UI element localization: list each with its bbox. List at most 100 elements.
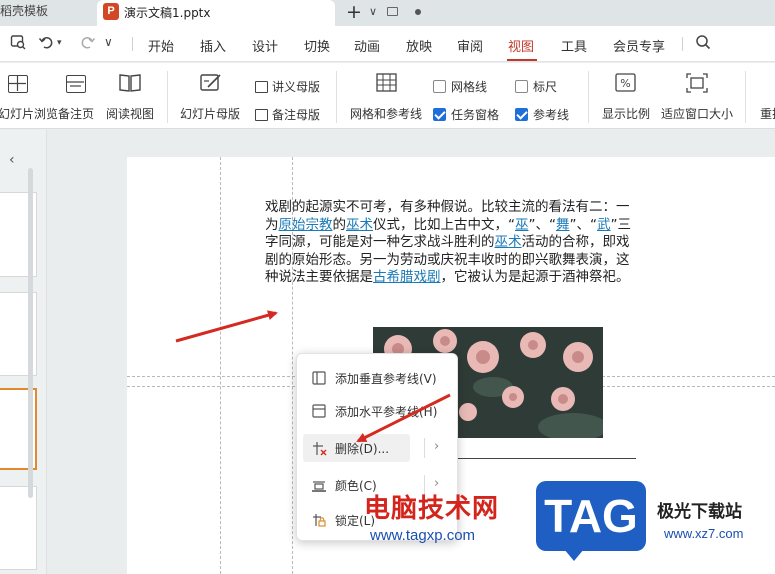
menu-member[interactable]: 会员专享: [613, 36, 665, 55]
hyperlink-text[interactable]: 巫术: [495, 234, 522, 250]
book-icon: [119, 73, 141, 96]
handout-master-icon: [255, 81, 268, 93]
tab-label: 找稻壳模板: [0, 4, 49, 18]
notes-page-icon: [66, 75, 86, 93]
slide-browse-button[interactable]: 幻灯片浏览: [0, 63, 58, 129]
handout-master-button[interactable]: 讲义母版: [255, 78, 320, 95]
grid-guides-icon: [376, 73, 398, 96]
tab-title: 演示文稿1.pptx: [124, 6, 211, 20]
rearrange-button[interactable]: 重排: [755, 63, 775, 129]
body-text: ”、“: [569, 216, 598, 233]
menu-tools[interactable]: 工具: [561, 36, 587, 55]
menu-bar: ▾ ∨ 开始 插入 设计 切换 动画 放映 审阅 视图 工具 会员专享: [0, 26, 775, 62]
horizontal-guide-icon: [312, 404, 326, 418]
menu-separator: [682, 37, 683, 51]
hyperlink-text[interactable]: 原始宗教: [279, 217, 333, 233]
body-text: 仪式，比如上古中文，“: [373, 216, 515, 233]
menu-insert[interactable]: 插入: [200, 36, 226, 55]
slide-browse-label: 幻灯片浏览: [0, 107, 59, 121]
tab-bar: 找稻壳模板 P 演示文稿1.pptx + ∨: [0, 0, 775, 26]
menu-transition[interactable]: 切换: [304, 36, 330, 55]
slide-text-box[interactable]: 戏剧的起源实不可考，有多种假说。比较主流的看法有二：一为原始宗教的巫术仪式，比如…: [265, 199, 637, 287]
undo-dropdown-icon[interactable]: ▾: [57, 38, 62, 48]
menu-design[interactable]: 设计: [252, 36, 278, 55]
more-chevron-icon[interactable]: ∨: [104, 35, 113, 49]
menu-home[interactable]: 开始: [148, 36, 174, 55]
monitor-icon[interactable]: [387, 7, 398, 16]
watermark-tag-logo: TAG: [536, 481, 646, 561]
menu-view[interactable]: 视图: [508, 36, 534, 55]
watermark-site-name: 极光下载站: [657, 502, 742, 522]
slide-thumbnail[interactable]: [0, 486, 37, 570]
undo-icon[interactable]: [38, 34, 54, 54]
color-fill-icon: [312, 478, 326, 492]
grid-and-guides-button[interactable]: 网格和参考线: [346, 63, 426, 129]
notes-master-label: 备注母版: [272, 108, 321, 122]
rearrange-label: 重排: [760, 107, 775, 121]
fit-window-button[interactable]: 适应窗口大小: [658, 63, 734, 129]
hyperlink-text[interactable]: 巫术: [346, 217, 373, 233]
display-ratio-button[interactable]: % 显示比例: [598, 63, 652, 129]
add-horizontal-guide-item[interactable]: 添加水平参考线(H): [303, 397, 453, 425]
lock-icon: [312, 513, 326, 527]
search-icon[interactable]: [695, 34, 711, 54]
menu-animation[interactable]: 动画: [354, 36, 380, 55]
slide-thumbnail-panel: ‹: [0, 130, 47, 574]
watermark-url: www.tagxp.com: [370, 527, 476, 544]
percent-icon: %: [615, 73, 637, 96]
gridlines-checkbox[interactable]: 网格线: [433, 78, 487, 95]
ribbon-separator: [336, 71, 337, 123]
collapse-panel-chevron-icon[interactable]: ‹: [9, 152, 15, 168]
slide-master-label: 幻灯片母版: [180, 107, 241, 121]
body-text: 的: [332, 216, 347, 233]
task-pane-check-icon: [433, 108, 446, 121]
active-menu-underline: [507, 59, 537, 61]
menu-separator: [132, 37, 133, 51]
grid-and-guides-label: 网格和参考线: [350, 107, 423, 121]
notes-page-button[interactable]: 备注页: [56, 63, 96, 129]
delete-guide-label: 删除(D)...: [335, 442, 390, 456]
menu-review[interactable]: 审阅: [457, 36, 483, 55]
slide-master-button[interactable]: 幻灯片母版: [178, 63, 242, 129]
vertical-guide-icon: [312, 371, 326, 385]
vertical-guide-line[interactable]: [220, 157, 221, 574]
tab-presentation[interactable]: P 演示文稿1.pptx: [97, 0, 421, 26]
gridlines-check-icon: [433, 80, 446, 93]
unsaved-dot-icon[interactable]: [415, 9, 421, 15]
slide-browse-icon: [8, 75, 28, 93]
notes-master-button[interactable]: 备注母版: [255, 106, 320, 123]
watermark-site-url: www.xz7.com: [664, 526, 744, 541]
reading-view-button[interactable]: 阅读视图: [106, 63, 156, 129]
delete-guide-item[interactable]: 删除(D)...: [303, 434, 410, 462]
notes-page-label: 备注页: [58, 107, 95, 121]
thumbnail-scrollbar[interactable]: [28, 168, 33, 498]
delete-guide-icon: [312, 441, 327, 456]
submenu-separator: [424, 438, 425, 458]
menu-slideshow[interactable]: 放映: [406, 36, 432, 55]
hyperlink-text[interactable]: 古希腊戏剧: [373, 269, 441, 285]
hyperlink-text[interactable]: 武: [597, 217, 611, 233]
add-vertical-guide-label: 添加垂直参考线(V): [335, 372, 437, 386]
ruler-check-icon: [515, 80, 528, 93]
hyperlink-text[interactable]: 巫: [515, 217, 529, 233]
hyperlink-text[interactable]: 舞: [556, 217, 570, 233]
body-text: ”、“: [528, 216, 557, 233]
tab-list-chevron-icon[interactable]: ∨: [369, 5, 377, 18]
handout-master-label: 讲义母版: [272, 80, 321, 94]
fit-window-icon: [686, 73, 708, 96]
task-pane-checkbox[interactable]: 任务窗格: [433, 106, 499, 123]
new-tab-plus-icon[interactable]: +: [346, 1, 362, 23]
guides-checkbox[interactable]: 参考线: [515, 106, 569, 123]
tab-template-store[interactable]: 找稻壳模板: [0, 0, 92, 26]
ruler-label: 标尺: [533, 80, 558, 94]
ribbon-separator: [745, 71, 746, 123]
redo-icon[interactable]: [80, 34, 96, 54]
slide-master-icon: [200, 73, 222, 96]
preview-icon[interactable]: [10, 34, 26, 54]
reading-view-label: 阅读视图: [106, 107, 155, 121]
svg-text:%: %: [620, 77, 630, 90]
add-vertical-guide-item[interactable]: 添加垂直参考线(V): [303, 364, 453, 392]
delete-submenu-arrow-icon[interactable]: ›: [434, 439, 439, 454]
task-pane-label: 任务窗格: [451, 108, 500, 122]
ruler-checkbox[interactable]: 标尺: [515, 78, 557, 95]
